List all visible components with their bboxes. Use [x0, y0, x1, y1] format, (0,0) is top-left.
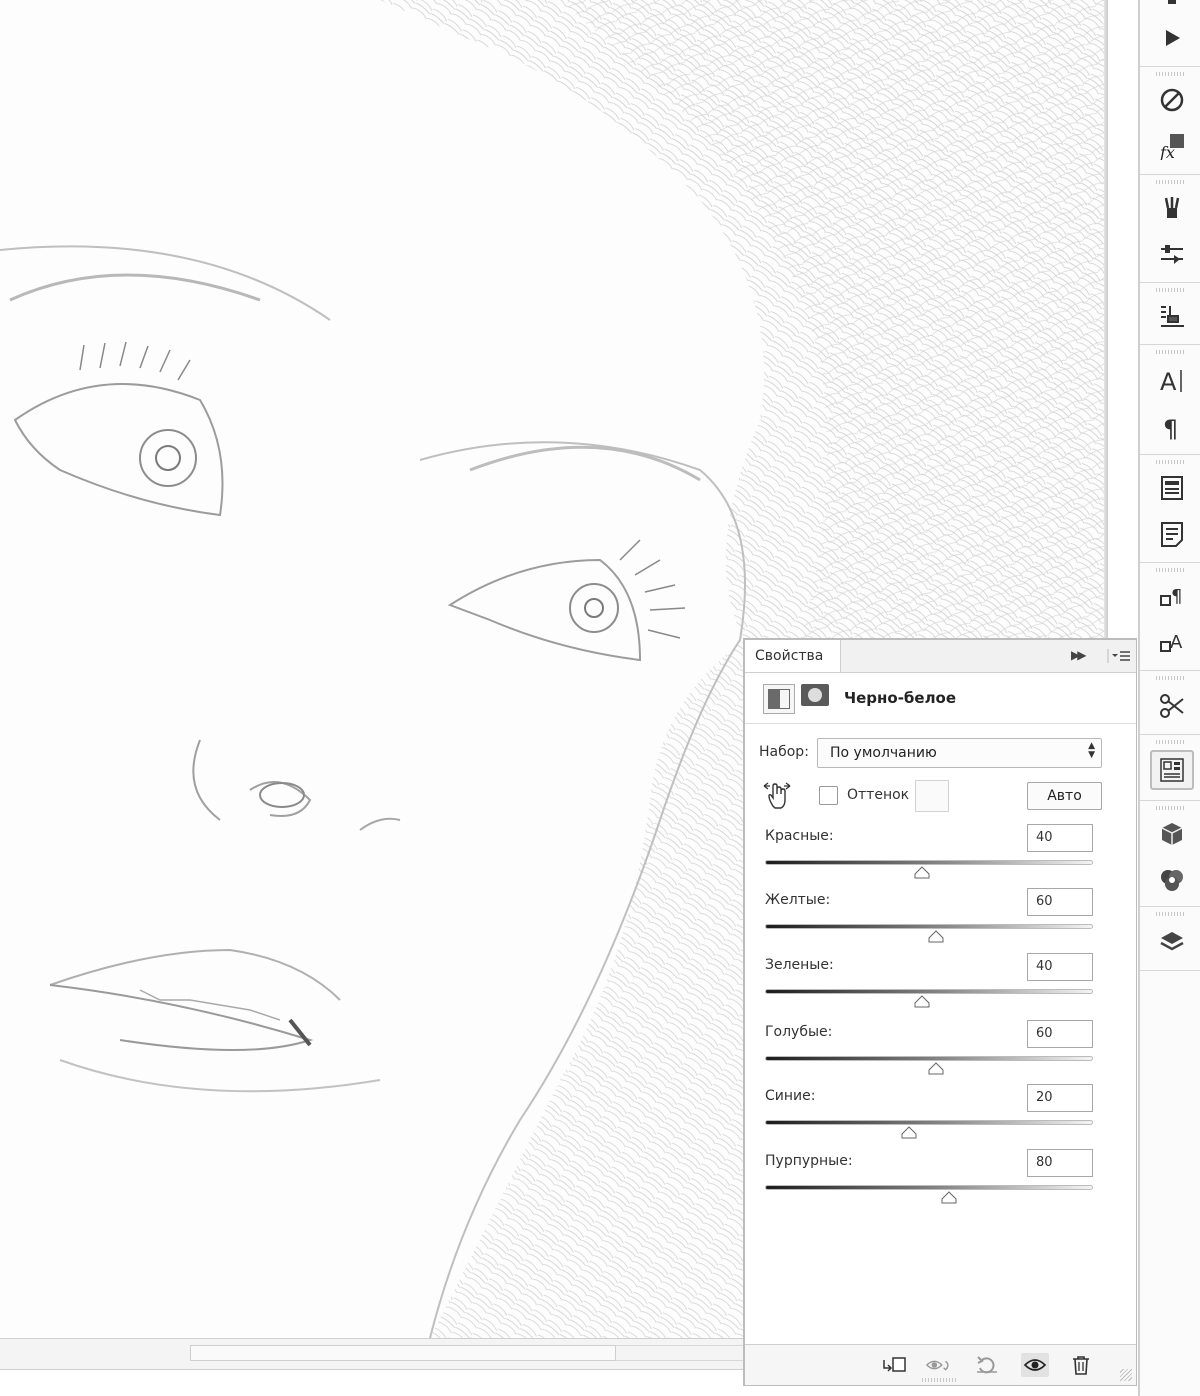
- channel-slider-thumb[interactable]: [928, 1062, 944, 1075]
- channel-slider-thumb[interactable]: [914, 866, 930, 879]
- svg-text:fx: fx: [1159, 143, 1175, 160]
- tint-color-swatch[interactable]: [915, 780, 949, 812]
- channel-slider-track[interactable]: [765, 1185, 1093, 1190]
- preset-value: По умолчанию: [830, 745, 937, 761]
- paragraph-icon[interactable]: ¶: [1154, 408, 1190, 444]
- adjustment-title: Черно-белое: [844, 689, 957, 707]
- channel-label: Голубые:: [765, 1024, 833, 1040]
- preset-label: Набор:: [759, 744, 809, 760]
- adjustment-header: Черно-белое: [745, 672, 1136, 724]
- clone-source-icon[interactable]: [1154, 298, 1190, 334]
- tint-label: Оттенок: [847, 787, 910, 803]
- black-white-adjustment-icon[interactable]: [763, 684, 795, 714]
- channel-label: Желтые:: [765, 892, 831, 908]
- clip-to-layer-icon[interactable]: [881, 1353, 909, 1377]
- channel-slider-track[interactable]: [765, 1120, 1093, 1125]
- svg-text:¶: ¶: [1171, 586, 1182, 607]
- paragraph-style-icon[interactable]: ¶: [1154, 578, 1190, 614]
- panel-dock: fx A ¶ ¶ A: [1138, 0, 1200, 1396]
- properties-panel: Свойства ▶▶ Черно-белое Набор: По умолча…: [743, 638, 1137, 1386]
- layer-mask-icon[interactable]: [801, 684, 829, 706]
- channel-slider-track[interactable]: [765, 924, 1093, 929]
- channel-label: Синие:: [765, 1088, 816, 1104]
- play-icon[interactable]: [1154, 0, 1190, 18]
- channel-value-input[interactable]: 40: [1027, 824, 1093, 852]
- dropdown-arrows-icon: ▲ ▼: [1088, 741, 1095, 760]
- resize-grip[interactable]: [1120, 1369, 1132, 1381]
- view-previous-state-icon[interactable]: [925, 1353, 953, 1377]
- channel-slider-track[interactable]: [765, 989, 1093, 994]
- panel-tab-bar: Свойства ▶▶: [745, 640, 1136, 673]
- channel-label: Красные:: [765, 828, 834, 844]
- character-style-icon[interactable]: A: [1154, 624, 1190, 660]
- horizontal-scrollbar[interactable]: [0, 1338, 744, 1370]
- channel-slider-track[interactable]: [765, 860, 1093, 865]
- channel-reds: Красные: 40: [745, 824, 1136, 888]
- channel-magentas: Пурпурные: 80: [745, 1149, 1136, 1213]
- 3d-cube-icon[interactable]: [1154, 816, 1190, 852]
- fx-styles-icon[interactable]: fx: [1154, 128, 1190, 164]
- no-entry-icon[interactable]: [1154, 82, 1190, 118]
- channel-value-input[interactable]: 20: [1027, 1084, 1093, 1112]
- adjust-sliders-icon[interactable]: [1154, 236, 1190, 272]
- channel-value-input[interactable]: 60: [1027, 888, 1093, 916]
- character-styles-panel-icon[interactable]: [1154, 516, 1190, 552]
- panel-menu-icon[interactable]: [1107, 646, 1133, 666]
- panel-drag-grip[interactable]: [922, 1378, 956, 1382]
- channel-yellows: Желтые: 60: [745, 888, 1136, 952]
- channel-value-input[interactable]: 40: [1027, 953, 1093, 981]
- svg-text:A: A: [1170, 632, 1183, 653]
- collapse-panel-icon[interactable]: ▶▶: [1071, 648, 1087, 662]
- channel-label: Пурпурные:: [765, 1153, 853, 1169]
- channel-label: Зеленые:: [765, 957, 834, 973]
- preset-dropdown[interactable]: По умолчанию ▲ ▼: [817, 738, 1102, 768]
- channel-slider-thumb[interactable]: [928, 930, 944, 943]
- paragraph-styles-icon[interactable]: [1154, 470, 1190, 506]
- tint-checkbox[interactable]: [819, 786, 838, 805]
- play-icon[interactable]: [1154, 20, 1190, 56]
- svg-text:¶: ¶: [1163, 415, 1178, 440]
- svg-text:A: A: [1160, 368, 1177, 394]
- character-icon[interactable]: A: [1154, 362, 1190, 398]
- channel-cyans: Голубые: 60: [745, 1020, 1136, 1084]
- channel-value-input[interactable]: 60: [1027, 1020, 1093, 1048]
- tools-scissors-icon[interactable]: [1154, 688, 1190, 724]
- scrollbar-track[interactable]: [616, 1345, 744, 1361]
- channel-value-input[interactable]: 80: [1027, 1149, 1093, 1177]
- channel-slider-thumb[interactable]: [941, 1191, 957, 1204]
- channel-greens: Зеленые: 40: [745, 953, 1136, 1017]
- channel-slider-track[interactable]: [765, 1056, 1093, 1061]
- tab-properties[interactable]: Свойства: [745, 640, 841, 672]
- targeted-adjustment-hand-icon[interactable]: [761, 780, 793, 812]
- canvas-edge-shadow: [1104, 0, 1108, 640]
- channel-slider-thumb[interactable]: [901, 1126, 917, 1139]
- channel-blues: Синие: 20: [745, 1084, 1136, 1148]
- visibility-eye-icon[interactable]: [1021, 1353, 1049, 1377]
- auto-button[interactable]: Авто: [1027, 782, 1102, 810]
- scrollbar-thumb[interactable]: [190, 1345, 616, 1361]
- properties-panel-icon[interactable]: [1150, 750, 1194, 790]
- channel-slider-thumb[interactable]: [914, 995, 930, 1008]
- brushes-icon[interactable]: [1154, 190, 1190, 226]
- channels-icon[interactable]: [1154, 862, 1190, 898]
- layers-icon[interactable]: [1154, 924, 1190, 960]
- reset-icon[interactable]: [973, 1353, 1001, 1377]
- delete-icon[interactable]: [1067, 1353, 1095, 1377]
